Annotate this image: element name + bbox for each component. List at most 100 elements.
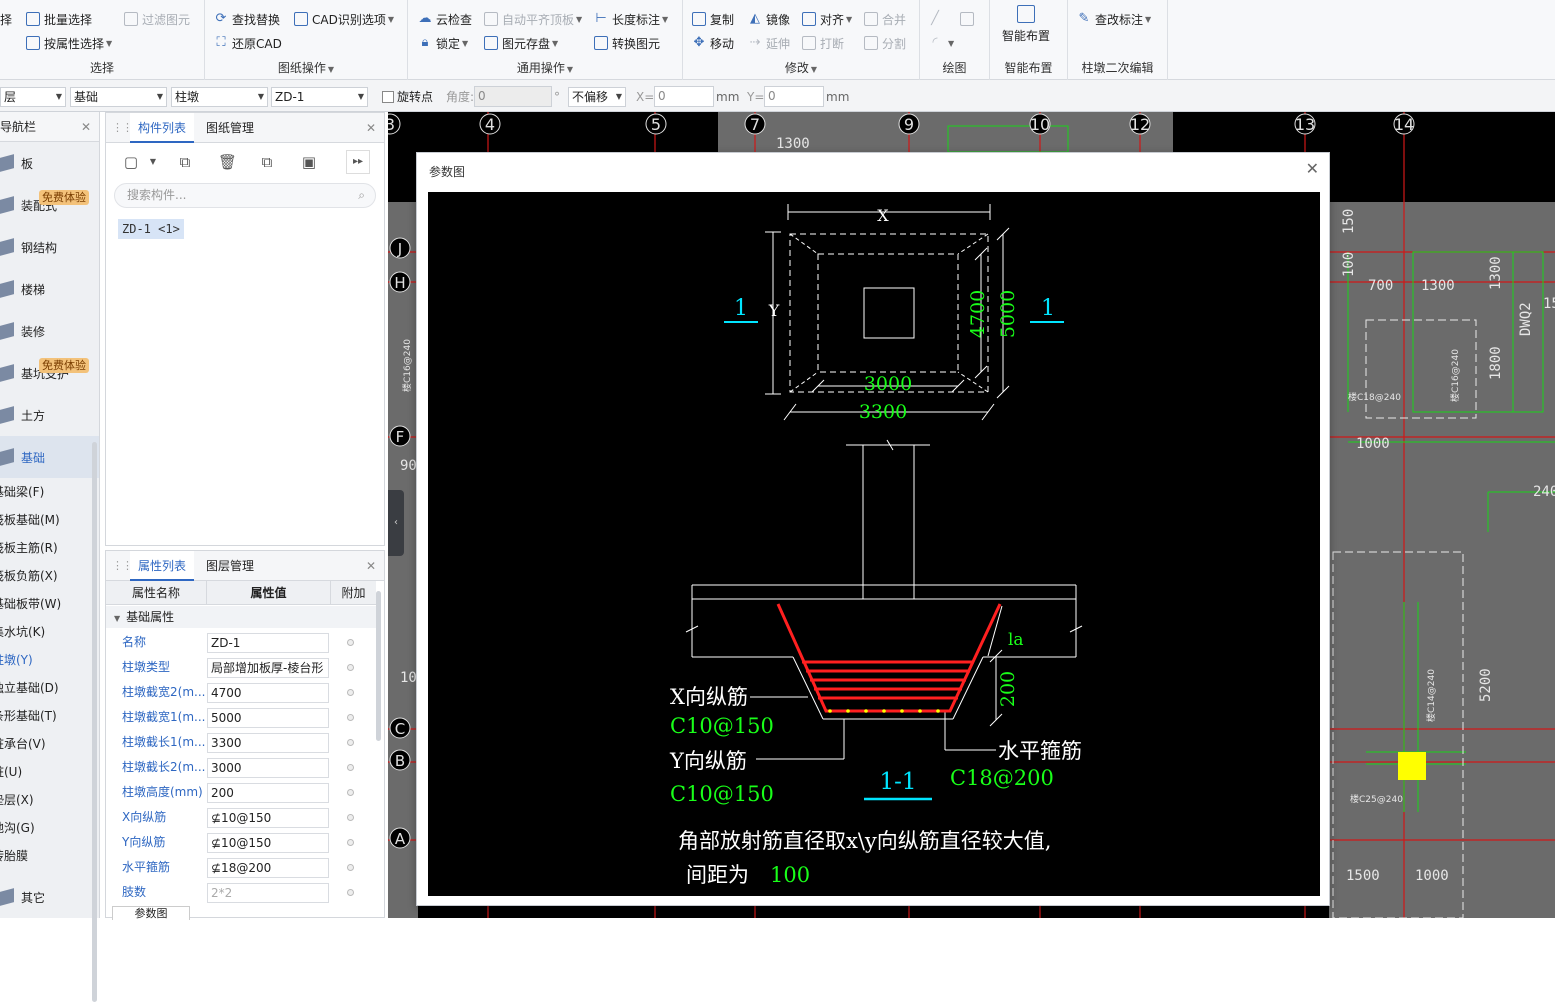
extra-checkbox[interactable]: [347, 714, 354, 721]
nav-item[interactable]: 基础: [0, 436, 99, 478]
rect-tool-button[interactable]: [960, 8, 978, 30]
component-search-input[interactable]: 搜索构件... ⌕: [114, 183, 376, 208]
close-icon[interactable]: ✕: [366, 113, 376, 143]
property-value-field[interactable]: 3000: [207, 758, 329, 778]
arc-tool-button[interactable]: ◜ ▼: [928, 32, 954, 54]
edit-annotation-button[interactable]: ✎ 查改标注 ▼: [1077, 8, 1152, 30]
mirror-button[interactable]: ◭ 镜像: [748, 8, 790, 30]
extra-checkbox[interactable]: [347, 664, 354, 671]
x-offset-input[interactable]: 0: [654, 86, 714, 107]
property-value-field[interactable]: 5000: [207, 708, 329, 728]
cloud-check-button[interactable]: ☁ 云检查: [418, 8, 473, 30]
drawing-group-label[interactable]: 图纸操作 ▼: [205, 59, 407, 76]
nav-item-other[interactable]: 其它: [0, 876, 100, 918]
nav-sub-item[interactable]: 垫层(X): [0, 786, 99, 814]
nav-sub-item[interactable]: 独立基础(D): [0, 674, 99, 702]
lock-button[interactable]: 🔒︎ 锁定 ▼: [418, 32, 469, 54]
extra-checkbox[interactable]: [347, 739, 354, 746]
element-save-button[interactable]: 图元存盘 ▼: [484, 32, 558, 54]
extend-button[interactable]: ⇢ 延伸: [748, 32, 790, 54]
modify-group-label[interactable]: 修改 ▼: [683, 59, 919, 76]
new-dropdown-icon[interactable]: ▼: [144, 153, 162, 171]
property-value-field[interactable]: 局部增加板厚-棱台形: [207, 658, 329, 678]
line-tool-button[interactable]: ╱: [928, 8, 946, 30]
save-template-icon[interactable]: ▣: [300, 153, 318, 171]
nav-sub-item[interactable]: 桩(U): [0, 758, 99, 786]
nav-scrollbar[interactable]: [92, 442, 97, 1002]
drag-handle-icon[interactable]: ⋮⋮: [112, 121, 133, 134]
extra-checkbox[interactable]: [347, 814, 354, 821]
tab-component-list[interactable]: 构件列表: [130, 113, 195, 143]
nav-sub-item[interactable]: 筏板负筋(X): [0, 562, 99, 590]
property-value-field[interactable]: ⊈10@150: [207, 833, 329, 853]
extra-checkbox[interactable]: [347, 864, 354, 871]
drag-handle-icon[interactable]: ⋮⋮: [112, 559, 133, 572]
find-replace-button[interactable]: ⟳ 查找替换: [214, 8, 280, 30]
restore-cad-button[interactable]: ⛶ 还原CAD: [214, 32, 281, 54]
nav-item[interactable]: 板: [0, 142, 99, 184]
close-icon[interactable]: ✕: [1306, 159, 1319, 178]
component-item-zd1[interactable]: ZD-1 <1>: [118, 219, 184, 239]
select-by-property-button[interactable]: 按属性选择 ▼: [26, 32, 112, 54]
expand-icon[interactable]: ▸▸: [346, 150, 370, 174]
floor-select[interactable]: 层 ▼: [0, 87, 66, 107]
nav-sub-item[interactable]: 条形基础(T): [0, 702, 99, 730]
auto-flush-top-button[interactable]: 自动平齐顶板 ▼: [484, 8, 582, 30]
property-value-field[interactable]: 200: [207, 783, 329, 803]
extra-checkbox[interactable]: [347, 689, 354, 696]
close-icon[interactable]: ✕: [81, 112, 91, 142]
nav-sub-item[interactable]: 柱墩(Y): [0, 646, 99, 674]
merge-button[interactable]: 合并: [864, 8, 906, 30]
filter-element-button[interactable]: 过滤图元: [124, 8, 190, 30]
tab-layer-management[interactable]: 图层管理: [198, 551, 262, 581]
select-partial-label[interactable]: 择: [0, 8, 12, 30]
nav-sub-item[interactable]: 砖胎膜: [0, 842, 99, 870]
nav-sub-item[interactable]: 桩承台(V): [0, 730, 99, 758]
nav-item[interactable]: 钢结构: [0, 226, 99, 268]
align-button[interactable]: 对齐 ▼: [802, 8, 852, 30]
nav-sub-item[interactable]: 筏板基础(M): [0, 506, 99, 534]
nav-item[interactable]: 基坑支护 免费体验: [0, 352, 99, 394]
copy-icon[interactable]: ⧉: [176, 153, 194, 171]
close-icon[interactable]: ✕: [366, 551, 376, 581]
property-value-field[interactable]: ⊈18@200: [207, 858, 329, 878]
new-component-icon[interactable]: ▢: [122, 153, 140, 171]
batch-select-button[interactable]: 批量选择: [26, 8, 92, 30]
angle-input[interactable]: 0: [474, 86, 552, 107]
extra-checkbox[interactable]: [347, 639, 354, 646]
move-button[interactable]: ✥ 移动: [692, 32, 734, 54]
nav-item[interactable]: 楼梯: [0, 268, 99, 310]
nav-item[interactable]: 土方: [0, 394, 99, 436]
type-select[interactable]: 柱墩 ▼: [171, 87, 268, 107]
property-value-field[interactable]: 4700: [207, 683, 329, 703]
nav-sub-item[interactable]: 筏板主筋(R): [0, 534, 99, 562]
convert-element-button[interactable]: 转换图元: [594, 32, 660, 54]
copy-button[interactable]: 复制: [692, 8, 734, 30]
nav-sub-item[interactable]: 基础板带(W): [0, 590, 99, 618]
duplicate-icon[interactable]: ⧉: [258, 153, 276, 171]
break-button[interactable]: 打断: [802, 32, 844, 54]
property-value-field[interactable]: ⊈10@150: [207, 808, 329, 828]
extra-checkbox[interactable]: [347, 764, 354, 771]
split-button[interactable]: 分割: [864, 32, 906, 54]
property-value-field[interactable]: 3300: [207, 733, 329, 753]
nav-item[interactable]: 装配式 免费体验: [0, 184, 99, 226]
property-group-basic[interactable]: ▼ 基础属性: [106, 606, 376, 628]
nav-item[interactable]: 装修: [0, 310, 99, 352]
tab-drawing-management[interactable]: 图纸管理: [198, 113, 262, 143]
y-offset-input[interactable]: 0: [764, 86, 824, 107]
component-select[interactable]: ZD-1 ▼: [271, 87, 368, 107]
extra-checkbox[interactable]: [347, 889, 354, 896]
property-scrollbar[interactable]: [376, 591, 381, 741]
property-value-field[interactable]: ZD-1: [207, 633, 329, 653]
extra-checkbox[interactable]: [347, 839, 354, 846]
nav-sub-item[interactable]: 集水坑(K): [0, 618, 99, 646]
category-select[interactable]: 基础 ▼: [70, 87, 167, 107]
extra-checkbox[interactable]: [347, 789, 354, 796]
property-value-field[interactable]: 2*2: [207, 883, 329, 903]
smart-layout-button[interactable]: 智能布置: [1002, 0, 1050, 44]
nav-sub-item[interactable]: 基础梁(F): [0, 478, 99, 506]
tab-property-list[interactable]: 属性列表: [130, 551, 195, 581]
delete-icon[interactable]: 🗑︎: [218, 153, 237, 171]
collapse-panel-button[interactable]: ‹: [388, 490, 404, 556]
